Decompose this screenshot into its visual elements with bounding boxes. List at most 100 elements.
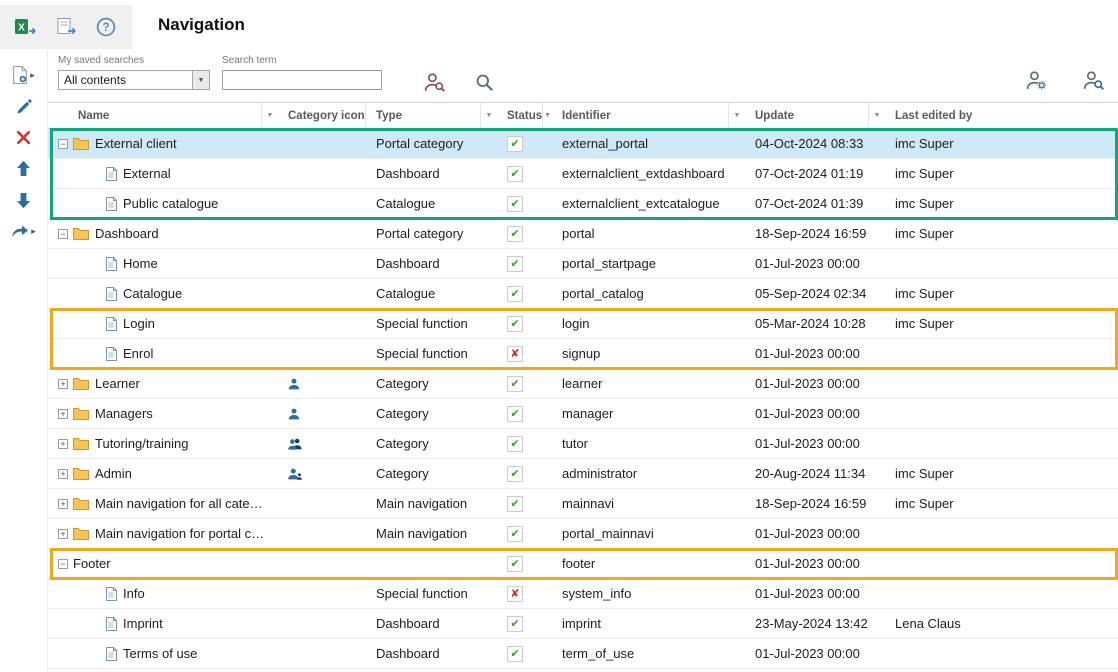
name-cell[interactable]: Login: [48, 309, 278, 338]
column-header[interactable]: Identifier▼: [552, 103, 745, 128]
table-row[interactable]: LoginSpecial function✔login05-Mar-2024 1…: [48, 309, 1118, 339]
table-row[interactable]: InfoSpecial function✘system_info01-Jul-2…: [48, 579, 1118, 609]
assign-button[interactable]: ▸: [11, 224, 36, 238]
expander-minus-icon[interactable]: −: [58, 139, 68, 149]
table-row[interactable]: +LearnerCategory✔learner01-Jul-2023 00:0…: [48, 369, 1118, 399]
name-cell[interactable]: +Managers: [48, 399, 278, 428]
table-row[interactable]: −Footer✔footer01-Jul-2023 00:00: [48, 549, 1118, 579]
table-row[interactable]: +ManagersCategory✔manager01-Jul-2023 00:…: [48, 399, 1118, 429]
user-search-icon[interactable]: [1083, 71, 1104, 93]
status-active-icon: ✔: [507, 376, 523, 392]
name-cell[interactable]: − Dashboard: [48, 219, 278, 248]
column-header[interactable]: Status▼: [497, 103, 552, 128]
expander-plus-icon[interactable]: +: [58, 439, 68, 449]
delete-button[interactable]: [16, 130, 31, 145]
edit-button[interactable]: [16, 99, 32, 115]
row-last-edited-by: Lena Claus: [895, 616, 961, 631]
type-cell: Portal category: [366, 129, 497, 158]
table-row[interactable]: +Tutoring/trainingCategory✔tutor01-Jul-2…: [48, 429, 1118, 459]
search-icon[interactable]: [475, 73, 494, 95]
row-last-edited-by: imc Super: [895, 196, 954, 211]
name-cell[interactable]: Home: [48, 249, 278, 278]
excel-export-icon[interactable]: X: [14, 17, 38, 37]
type-cell: Category: [366, 399, 497, 428]
row-type: Portal category: [376, 226, 463, 241]
user-settings-icon[interactable]: [1026, 71, 1047, 93]
saved-searches-select[interactable]: All contents ▼: [58, 70, 210, 90]
expander-plus-icon[interactable]: +: [58, 529, 68, 539]
filter-chevron-icon[interactable]: ▼: [480, 103, 497, 128]
identifier-cell: portal_startpage: [552, 249, 745, 278]
column-header[interactable]: Update▼: [745, 103, 885, 128]
row-last-edited-by: imc Super: [895, 496, 954, 511]
expander-plus-icon[interactable]: +: [58, 469, 68, 479]
name-cell[interactable]: +Learner: [48, 369, 278, 398]
table-row[interactable]: −External clientPortal category✔external…: [48, 129, 1118, 159]
name-cell[interactable]: −Footer: [48, 549, 278, 578]
column-header[interactable]: Name▼: [48, 103, 278, 128]
status-cell: ✔: [497, 309, 552, 338]
move-up-button[interactable]: [16, 160, 31, 177]
table-row[interactable]: +AdminCategory✔administrator20-Aug-2024 …: [48, 459, 1118, 489]
filter-chevron-icon[interactable]: ▼: [542, 103, 552, 128]
status-active-icon: ✔: [507, 406, 523, 422]
row-identifier: system_info: [562, 586, 631, 601]
table-row[interactable]: CatalogueCatalogue✔portal_catalog05-Sep-…: [48, 279, 1118, 309]
status-cell: ✘: [497, 339, 552, 368]
name-cell[interactable]: Info: [48, 579, 278, 608]
last-edited-by-cell: imc Super: [885, 489, 1118, 518]
name-cell[interactable]: Public catalogue: [48, 189, 278, 218]
table-row[interactable]: ExternalDashboard✔externalclient_extdash…: [48, 159, 1118, 189]
category-icon-cell: [278, 579, 366, 608]
name-cell[interactable]: Enrol: [48, 339, 278, 368]
table-row[interactable]: +Main navigation for all cate…Main navig…: [48, 489, 1118, 519]
column-header[interactable]: Category icon▼: [278, 103, 366, 128]
name-cell[interactable]: Imprint: [48, 609, 278, 638]
name-cell[interactable]: +Main navigation for portal c…: [48, 519, 278, 548]
row-name: Dashboard: [95, 226, 159, 241]
expander-plus-icon[interactable]: +: [58, 379, 68, 389]
last-edited-by-cell: [885, 249, 1118, 278]
folder-icon: [73, 407, 89, 420]
table-row[interactable]: HomeDashboard✔portal_startpage01-Jul-202…: [48, 249, 1118, 279]
name-cell[interactable]: Terms of use: [48, 639, 278, 668]
table-row[interactable]: +Main navigation for portal c…Main navig…: [48, 519, 1118, 549]
name-cell[interactable]: +Tutoring/training: [48, 429, 278, 458]
table-row[interactable]: Terms of useDashboard✔term_of_use01-Jul-…: [48, 639, 1118, 669]
column-header[interactable]: Last edited by: [885, 103, 1118, 128]
update-cell: 18-Sep-2024 16:59: [745, 489, 885, 518]
status-active-icon: ✔: [507, 466, 523, 482]
expander-plus-icon[interactable]: +: [58, 499, 68, 509]
expander-plus-icon[interactable]: +: [58, 409, 68, 419]
filter-chevron-icon[interactable]: ▼: [728, 103, 745, 128]
table-row[interactable]: EnrolSpecial function✘signup01-Jul-2023 …: [48, 339, 1118, 369]
table-row[interactable]: −DashboardPortal category✔portal18-Sep-2…: [48, 219, 1118, 249]
row-name: Admin: [95, 466, 132, 481]
table-row[interactable]: Public catalogueCatalogue✔externalclient…: [48, 189, 1118, 219]
saved-search-run-icon[interactable]: [424, 73, 445, 95]
chevron-down-icon[interactable]: ▼: [192, 71, 209, 89]
update-cell: 07-Oct-2024 01:39: [745, 189, 885, 218]
last-edited-by-cell: imc Super: [885, 219, 1118, 248]
name-cell[interactable]: Catalogue: [48, 279, 278, 308]
expander-minus-icon[interactable]: −: [58, 229, 68, 239]
help-icon[interactable]: ?: [96, 17, 116, 37]
table-row[interactable]: ImprintDashboard✔imprint23-May-2024 13:4…: [48, 609, 1118, 639]
name-cell[interactable]: −External client: [48, 129, 278, 158]
expander-minus-icon[interactable]: −: [58, 559, 68, 569]
update-cell: 01-Jul-2023 00:00: [745, 369, 885, 398]
name-cell[interactable]: External: [48, 159, 278, 188]
identifier-cell: signup: [552, 339, 745, 368]
document-icon: [105, 617, 117, 631]
name-cell[interactable]: + Admin: [48, 459, 278, 488]
move-down-button[interactable]: [16, 192, 31, 209]
export-icon[interactable]: [56, 17, 78, 37]
type-cell: Catalogue: [366, 189, 497, 218]
filter-chevron-icon[interactable]: ▼: [261, 103, 278, 128]
search-term-input[interactable]: [222, 70, 382, 90]
column-header[interactable]: Type▼: [366, 103, 497, 128]
status-inactive-icon: ✘: [507, 586, 523, 602]
new-content-button[interactable]: ▸: [12, 66, 35, 84]
name-cell[interactable]: +Main navigation for all cate…: [48, 489, 278, 518]
filter-chevron-icon[interactable]: ▼: [868, 103, 885, 128]
